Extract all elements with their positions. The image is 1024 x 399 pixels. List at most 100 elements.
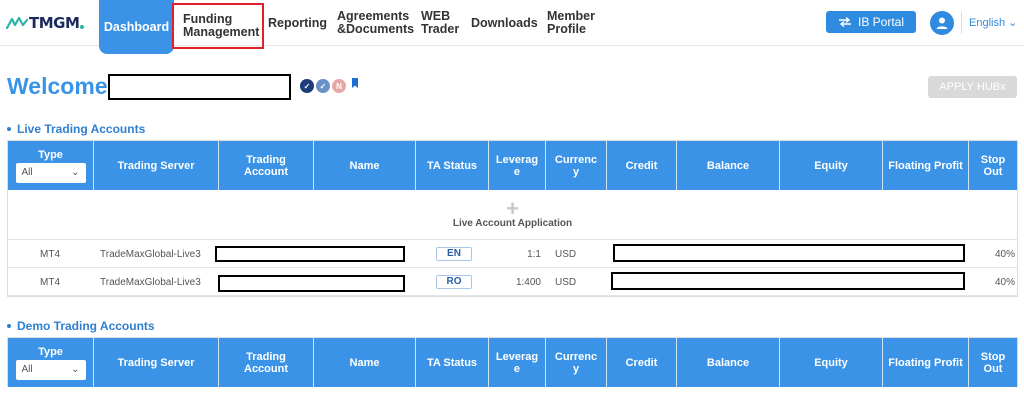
demo-accounts-title-text: Demo Trading Accounts [17, 319, 155, 333]
table-row[interactable]: MT4 TradeMaxGlobal-Live3 EN 1:1 USD 40% [8, 240, 1017, 268]
th-trading-account: Trading Account [219, 338, 314, 387]
cell-type: MT4 [40, 248, 60, 260]
welcome-heading: Welcome, [7, 73, 114, 99]
th-floating-profit: Floating Profit [883, 141, 969, 190]
cell-currency: USD [555, 248, 577, 260]
nav-funding-label-2: Management [183, 25, 260, 39]
th-currency-l1: Currenc [554, 153, 598, 166]
cell-leverage: 1:400 [515, 276, 541, 288]
th-currency-l1: Currenc [554, 350, 598, 363]
cell-server: TradeMaxGlobal-Live3 [100, 276, 201, 288]
nav-dashboard[interactable]: Dashboard [99, 0, 174, 54]
logo-icon [6, 16, 28, 30]
th-type: Type All ⌄ [8, 141, 94, 190]
navbar-divider [961, 12, 962, 34]
bookmark-icon [352, 78, 358, 88]
th-currency-l2: y [572, 165, 580, 178]
cell-leverage: 1:1 [527, 248, 541, 260]
cell-ta-status: EN [436, 240, 472, 268]
nav-downloads-label: Downloads [471, 15, 538, 30]
type-filter-select[interactable]: All ⌄ [15, 162, 86, 183]
th-currency-l2: y [572, 362, 580, 375]
swap-arrows-icon [838, 17, 851, 27]
top-navbar: TMGM Dashboard Funding Management Report… [0, 0, 1024, 54]
th-trading-server: Trading Server [94, 338, 219, 387]
language-selector[interactable]: English ⌄ [969, 16, 1018, 30]
user-badges: ✓ ✓ N [300, 78, 358, 93]
th-equity: Equity [780, 338, 883, 387]
verified-check-icon: ✓ [300, 79, 314, 93]
nav-dashboard-label: Dashboard [103, 19, 170, 34]
ta-status-badge: RO [436, 275, 472, 289]
logo-text: TMGM [29, 14, 80, 32]
plus-icon: + [506, 196, 519, 221]
nav-funding-management[interactable]: Funding Management [172, 3, 264, 49]
th-equity: Equity [780, 141, 883, 190]
th-type-label: Type [38, 345, 63, 358]
type-filter-select[interactable]: All ⌄ [15, 359, 86, 380]
redacted-account-name [218, 275, 405, 292]
th-type: Type All ⌄ [8, 338, 94, 387]
th-balance: Balance [677, 338, 780, 387]
th-floating-profit: Floating Profit [883, 338, 969, 387]
tmgm-logo[interactable]: TMGM [6, 12, 85, 34]
cell-currency: USD [555, 276, 577, 288]
chevron-down-icon: ⌄ [71, 166, 80, 178]
cell-stop-out: 40% [994, 276, 1015, 288]
th-type-label: Type [38, 148, 63, 161]
nav-web-trader[interactable]: WEB Trader [421, 0, 459, 46]
nav-member-profile[interactable]: Member Profile [547, 0, 595, 46]
th-credit: Credit [607, 141, 677, 190]
th-leverage-l1: Leverag [495, 153, 539, 166]
cell-stop-out: 40% [994, 248, 1015, 260]
th-leverage-l2: e [513, 362, 521, 375]
live-accounts-title-text: Live Trading Accounts [17, 122, 146, 136]
th-stop-l1: Stop [980, 153, 1006, 166]
language-label: English [969, 16, 1006, 29]
th-stop-l1: Stop [980, 350, 1006, 363]
th-leverage: Leverag e [489, 338, 546, 387]
demo-accounts-title: Demo Trading Accounts [7, 319, 155, 333]
live-account-application[interactable]: + Live Account Application [8, 196, 1017, 230]
nav-member-label-2: Profile [547, 22, 586, 36]
th-trading-server: Trading Server [94, 141, 219, 190]
logo-dot [80, 25, 85, 29]
table-row[interactable]: MT4 TradeMaxGlobal-Live3 RO 1:400 USD 40… [8, 268, 1017, 296]
cell-server: TradeMaxGlobal-Live3 [100, 248, 201, 260]
ib-portal-label: IB Portal [857, 15, 905, 29]
th-ta-status: TA Status [416, 338, 489, 387]
ib-portal-button[interactable]: IB Portal [826, 11, 916, 33]
n-badge-icon: N [332, 79, 346, 93]
th-leverage-l1: Leverag [495, 350, 539, 363]
live-accounts-table: Type All ⌄ Trading Server Trading Account… [7, 140, 1018, 297]
user-avatar[interactable] [930, 11, 954, 35]
th-credit: Credit [607, 338, 677, 387]
redacted-account-name [215, 246, 405, 262]
th-account-l1: Trading [246, 350, 286, 363]
nav-agreements-label-2: &Documents [337, 22, 415, 36]
user-icon [936, 17, 948, 29]
th-leverage: Leverag e [489, 141, 546, 190]
table-header: Type All ⌄ Trading Server Trading Account… [8, 338, 1017, 387]
th-balance: Balance [677, 141, 780, 190]
bullet-dot [7, 127, 11, 131]
nav-web-label-2: Trader [421, 22, 460, 36]
th-name: Name [314, 141, 416, 190]
ta-status-badge: EN [436, 247, 472, 261]
nav-downloads[interactable]: Downloads [471, 0, 538, 46]
apply-hubx-button[interactable]: APPLY HUBx [928, 76, 1017, 98]
live-account-application-label: Live Account Application [452, 218, 573, 229]
type-filter-value: All [21, 166, 33, 178]
nav-reporting[interactable]: Reporting [268, 0, 327, 46]
live-account-application-row: + Live Account Application [8, 190, 1017, 240]
check-icon: ✓ [316, 79, 330, 93]
nav-agreements-documents[interactable]: Agreements &Documents [337, 0, 414, 46]
type-filter-value: All [21, 363, 33, 375]
chevron-down-icon: ⌄ [71, 363, 80, 375]
redacted-username [108, 74, 291, 100]
th-leverage-l2: e [513, 165, 521, 178]
th-trading-account: Trading Account [219, 141, 314, 190]
th-account-l2: Account [244, 362, 288, 375]
chevron-down-icon: ⌄ [1008, 17, 1018, 29]
th-account-l1: Trading [246, 153, 286, 166]
